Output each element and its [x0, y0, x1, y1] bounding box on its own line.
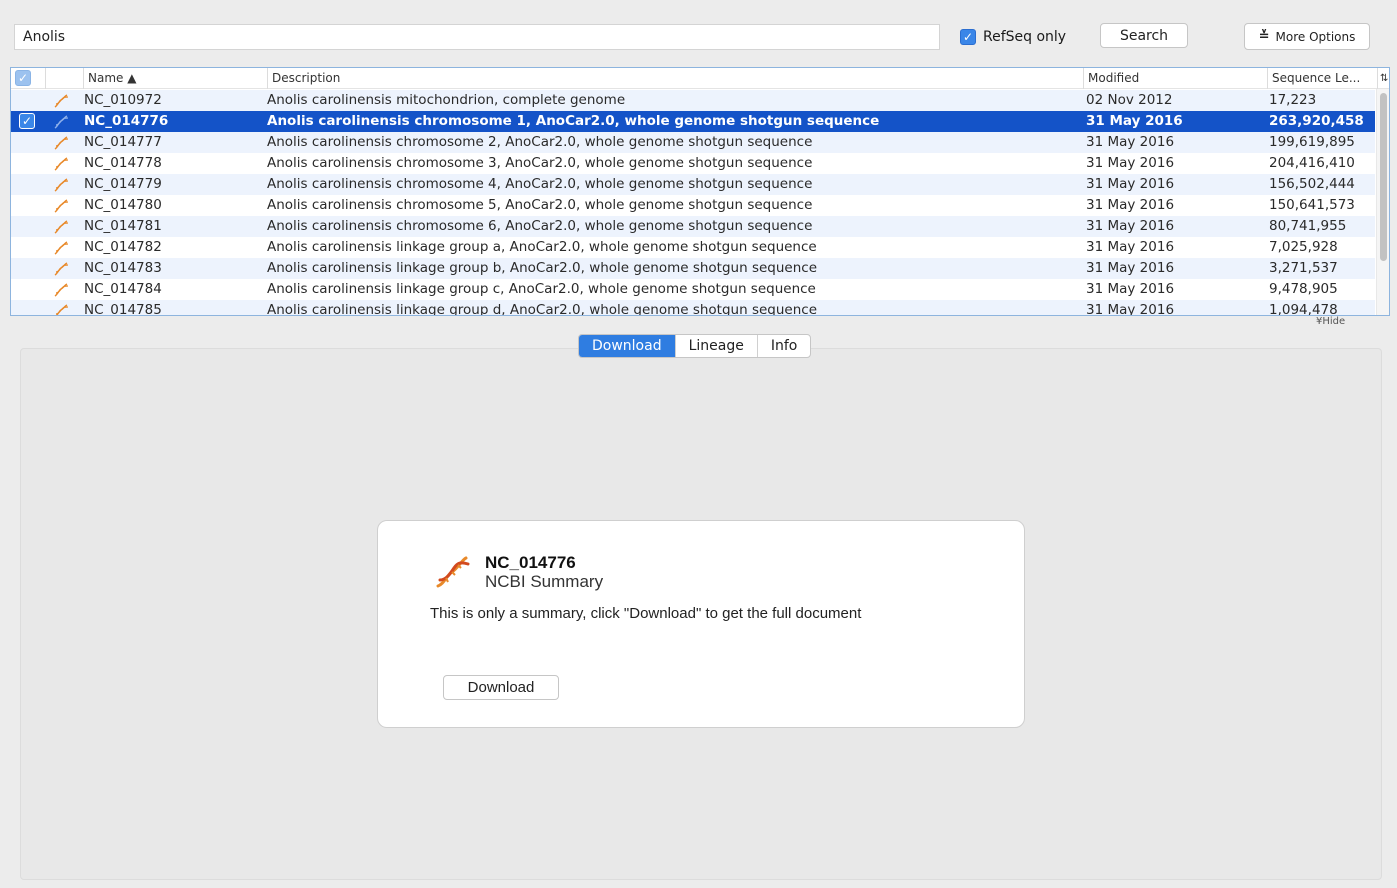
cell-sequence-length: 17,223: [1269, 92, 1317, 108]
table-row[interactable]: NC_014785 Anolis carolinensis linkage gro…: [11, 300, 1375, 316]
table-header: ✓ Name ▲ Description Modified Sequence L…: [11, 68, 1389, 89]
column-chooser-icon[interactable]: ⇅: [1377, 68, 1389, 89]
select-all-checkbox-icon[interactable]: ✓: [15, 70, 31, 86]
cell-name: NC_014777: [84, 134, 162, 150]
cell-name: NC_014783: [84, 260, 162, 276]
tab-lineage[interactable]: Lineage: [674, 335, 757, 357]
cell-description: Anolis carolinensis linkage group d, Ano…: [267, 302, 818, 316]
cell-description: Anolis carolinensis chromosome 4, AnoCar…: [267, 176, 813, 192]
cell-description: Anolis carolinensis chromosome 6, AnoCar…: [267, 218, 813, 234]
tab-download[interactable]: Download: [579, 335, 675, 357]
cell-description: Anolis carolinensis linkage group b, Ano…: [267, 260, 818, 276]
dna-icon: [54, 115, 69, 129]
cell-modified: 31 May 2016: [1086, 197, 1175, 213]
cell-description: Anolis carolinensis linkage group c, Ano…: [267, 281, 816, 297]
cell-modified: 31 May 2016: [1086, 302, 1175, 316]
column-header-modified[interactable]: Modified: [1083, 68, 1267, 89]
table-row[interactable]: NC_014784 Anolis carolinensis linkage gro…: [11, 279, 1375, 300]
cell-modified: 31 May 2016: [1086, 134, 1175, 150]
cell-description: Anolis carolinensis linkage group a, Ano…: [267, 239, 817, 255]
cell-sequence-length: 1,094,478: [1269, 302, 1338, 316]
dna-icon: [54, 283, 69, 297]
table-row[interactable]: NC_014780 Anolis carolinensis chromosome …: [11, 195, 1375, 216]
row-checkbox-icon[interactable]: ✓: [19, 113, 35, 129]
table-scrollbar[interactable]: [1376, 89, 1389, 315]
cell-description: Anolis carolinensis chromosome 5, AnoCar…: [267, 197, 813, 213]
summary-card: NC_014776 NCBI Summary This is only a su…: [377, 520, 1025, 728]
cell-name: NC_014784: [84, 281, 162, 297]
cell-sequence-length: 156,502,444: [1269, 176, 1355, 192]
cell-modified: 31 May 2016: [1086, 155, 1175, 171]
cell-modified: 31 May 2016: [1086, 113, 1183, 129]
cell-sequence-length: 3,271,537: [1269, 260, 1338, 276]
tab-info[interactable]: Info: [756, 335, 810, 357]
cell-name: NC_014782: [84, 239, 162, 255]
dna-icon: [54, 178, 69, 192]
table-row[interactable]: NC_014783 Anolis carolinensis linkage gro…: [11, 258, 1375, 279]
results-table[interactable]: ✓ Name ▲ Description Modified Sequence L…: [10, 67, 1390, 316]
more-options-label: More Options: [1275, 29, 1356, 44]
cell-name: NC_014785: [84, 302, 162, 316]
cell-name: NC_014778: [84, 155, 162, 171]
search-field[interactable]: [14, 24, 940, 50]
cell-sequence-length: 263,920,458: [1269, 113, 1364, 129]
table-row[interactable]: ✓ NC_014776 Anolis carolinensis chromosome…: [11, 111, 1375, 132]
hide-button[interactable]: ¥Hide: [1316, 316, 1345, 327]
cell-sequence-length: 150,641,573: [1269, 197, 1355, 213]
cell-modified: 02 Nov 2012: [1086, 92, 1173, 108]
summary-accession: NC_014776: [485, 553, 576, 572]
cell-modified: 31 May 2016: [1086, 239, 1175, 255]
cell-description: Anolis carolinensis chromosome 2, AnoCar…: [267, 134, 813, 150]
column-header-sequence-length[interactable]: Sequence Le...: [1267, 68, 1377, 89]
cell-sequence-length: 7,025,928: [1269, 239, 1338, 255]
table-row[interactable]: NC_014777 Anolis carolinensis chromosome …: [11, 132, 1375, 153]
cell-description: Anolis carolinensis mitochondrion, compl…: [267, 92, 626, 108]
table-row[interactable]: NC_014779 Anolis carolinensis chromosome …: [11, 174, 1375, 195]
cell-sequence-length: 9,478,905: [1269, 281, 1338, 297]
column-header-description[interactable]: Description: [267, 68, 1083, 89]
double-chevron-down-icon: ≚: [1258, 29, 1270, 44]
search-input[interactable]: [15, 25, 939, 49]
dna-icon: [54, 220, 69, 234]
download-button[interactable]: Download: [443, 675, 559, 700]
refseq-only-label: RefSeq only: [983, 29, 1067, 45]
cell-description: Anolis carolinensis chromosome 3, AnoCar…: [267, 155, 813, 171]
table-row[interactable]: NC_014781 Anolis carolinensis chromosome …: [11, 216, 1375, 237]
cell-modified: 31 May 2016: [1086, 260, 1175, 276]
dna-icon: [54, 262, 69, 276]
cell-modified: 31 May 2016: [1086, 218, 1175, 234]
dna-icon: [54, 199, 69, 213]
refseq-only-checkbox[interactable]: ✓ RefSeq only: [960, 26, 1066, 48]
panel-tabs[interactable]: Download Lineage Info: [578, 334, 812, 358]
table-row[interactable]: NC_014778 Anolis carolinensis chromosome …: [11, 153, 1375, 174]
checkbox-checked-icon: ✓: [960, 29, 976, 45]
cell-sequence-length: 204,416,410: [1269, 155, 1355, 171]
dna-icon: [54, 94, 69, 108]
search-button[interactable]: Search: [1100, 23, 1188, 48]
dna-icon: [54, 136, 69, 150]
more-options-button[interactable]: ≚ More Options: [1244, 23, 1370, 50]
cell-modified: 31 May 2016: [1086, 176, 1175, 192]
cell-name: NC_014776: [84, 113, 169, 129]
cell-description: Anolis carolinensis chromosome 1, AnoCar…: [267, 113, 880, 129]
table-row[interactable]: NC_010972 Anolis carolinensis mitochondri…: [11, 90, 1375, 111]
cell-name: NC_014779: [84, 176, 162, 192]
dna-icon: [54, 157, 69, 171]
icon-column-header: [45, 68, 83, 89]
cell-sequence-length: 80,741,955: [1269, 218, 1347, 234]
summary-message: This is only a summary, click "Download"…: [430, 605, 862, 622]
select-all-column[interactable]: ✓: [11, 68, 45, 89]
summary-subtitle: NCBI Summary: [485, 572, 604, 591]
dna-icon: [436, 556, 470, 588]
cell-name: NC_014781: [84, 218, 162, 234]
cell-modified: 31 May 2016: [1086, 281, 1175, 297]
cell-name: NC_010972: [84, 92, 162, 108]
column-header-name[interactable]: Name ▲: [83, 68, 267, 89]
dna-icon: [55, 304, 69, 315]
scrollbar-thumb[interactable]: [1380, 93, 1387, 261]
table-row[interactable]: NC_014782 Anolis carolinensis linkage gro…: [11, 237, 1375, 258]
dna-icon: [54, 241, 69, 255]
cell-sequence-length: 199,619,895: [1269, 134, 1355, 150]
cell-name: NC_014780: [84, 197, 162, 213]
